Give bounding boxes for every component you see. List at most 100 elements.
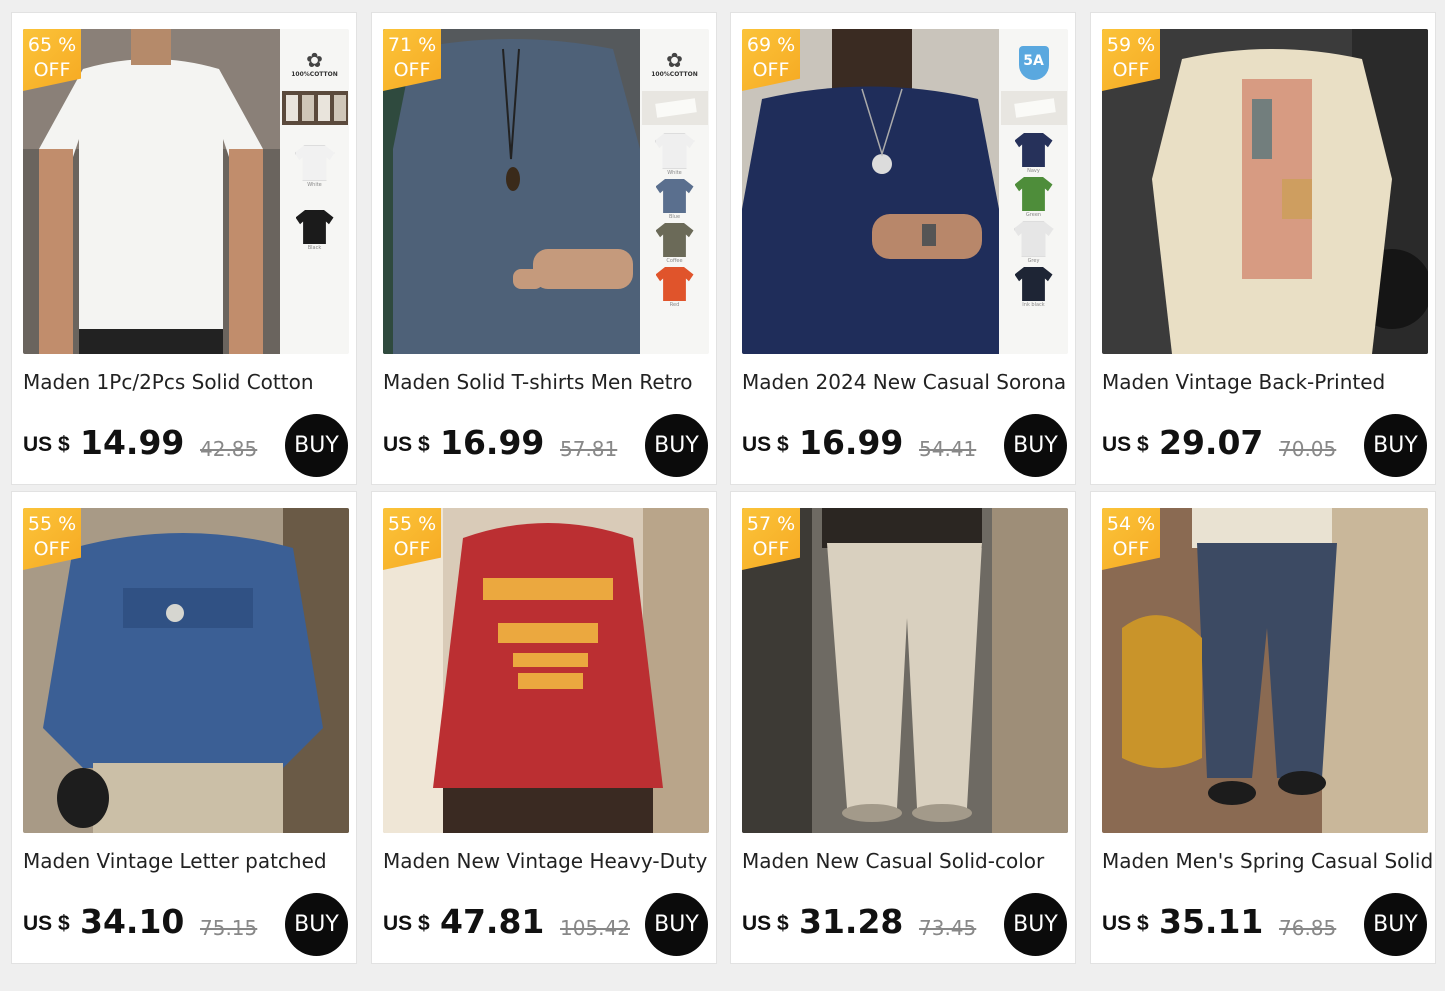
color-swatch[interactable]: Coffee bbox=[655, 223, 694, 264]
product-title[interactable]: Maden 2024 New Casual Sorona bbox=[742, 370, 1072, 394]
sweatshirt-icon bbox=[1014, 267, 1053, 301]
product-image[interactable]: 54 % OFF bbox=[1102, 508, 1428, 833]
swatch-label: Navy bbox=[1027, 168, 1040, 174]
color-swatch[interactable]: Green bbox=[1014, 177, 1053, 218]
sweatshirt-icon bbox=[1013, 221, 1054, 257]
currency-label: US $ bbox=[23, 433, 70, 456]
color-swatch[interactable]: Black bbox=[295, 210, 334, 251]
discount-off-label: OFF bbox=[393, 59, 431, 81]
swatch-label: Black bbox=[307, 245, 322, 251]
product-image[interactable]: 55 % OFF bbox=[23, 508, 349, 833]
currency-label: US $ bbox=[383, 433, 430, 456]
product-card[interactable]: 55 % OFF Maden Vintage Letter patched US… bbox=[11, 491, 357, 964]
buy-button[interactable]: BUY bbox=[645, 414, 708, 477]
discount-off-label: OFF bbox=[752, 59, 790, 81]
shield-icon: 5A bbox=[1018, 46, 1049, 80]
color-swatch[interactable]: Red bbox=[655, 267, 694, 308]
product-card[interactable]: 5A Navy Green Grey Ink black 69 % OFF Ma… bbox=[730, 12, 1076, 485]
product-image[interactable]: 59 % OFF bbox=[1102, 29, 1428, 354]
buy-button[interactable]: BUY bbox=[1364, 414, 1427, 477]
sale-price: 16.99 bbox=[440, 423, 545, 462]
product-image[interactable]: ✿ 100%COTTON White Blue Coffee Red 71 % … bbox=[383, 29, 709, 354]
discount-off-label: OFF bbox=[752, 538, 790, 560]
color-swatch[interactable]: Grey bbox=[1013, 221, 1054, 264]
fabric-detail-image bbox=[281, 91, 348, 125]
original-price: 42.85 bbox=[200, 437, 258, 461]
swatch-label: Ink black bbox=[1022, 302, 1045, 308]
tshirt-icon bbox=[294, 145, 335, 181]
discount-off-label: OFF bbox=[33, 538, 71, 560]
product-title[interactable]: Maden Men's Spring Casual Solid bbox=[1102, 849, 1432, 873]
sweatshirt-icon bbox=[655, 223, 694, 257]
discount-percent: 54 % bbox=[1106, 513, 1156, 535]
swatch-label: Grey bbox=[1027, 258, 1040, 264]
original-price: 75.15 bbox=[200, 916, 258, 940]
original-price: 76.85 bbox=[1279, 916, 1337, 940]
product-image[interactable]: 5A Navy Green Grey Ink black 69 % OFF bbox=[742, 29, 1068, 354]
buy-button[interactable]: BUY bbox=[1004, 414, 1067, 477]
discount-off-label: OFF bbox=[1112, 59, 1150, 81]
currency-label: US $ bbox=[1102, 912, 1149, 935]
swatch-label: White bbox=[667, 170, 682, 176]
product-title[interactable]: Maden Vintage Back-Printed bbox=[1102, 370, 1432, 394]
product-title[interactable]: Maden Vintage Letter patched bbox=[23, 849, 353, 873]
discount-percent: 55 % bbox=[387, 513, 437, 535]
color-swatch[interactable]: White bbox=[654, 133, 695, 176]
label-detail-image bbox=[1000, 91, 1067, 125]
product-card[interactable]: 57 % OFF Maden New Casual Solid-color US… bbox=[730, 491, 1076, 964]
discount-percent: 59 % bbox=[1106, 34, 1156, 56]
buy-button[interactable]: BUY bbox=[285, 414, 348, 477]
discount-off-label: OFF bbox=[33, 59, 71, 81]
buy-button[interactable]: BUY bbox=[1364, 893, 1427, 956]
product-image[interactable]: 57 % OFF bbox=[742, 508, 1068, 833]
original-price: 54.41 bbox=[919, 437, 977, 461]
currency-label: US $ bbox=[742, 912, 789, 935]
buy-button[interactable]: BUY bbox=[285, 893, 348, 956]
original-price: 105.42 bbox=[560, 916, 630, 940]
product-image[interactable]: ✿ 100%COTTON White Black 65 % OFF bbox=[23, 29, 349, 354]
product-grid: ✿ 100%COTTON White Black 65 % OFF Maden … bbox=[0, 0, 1445, 991]
discount-percent: 65 % bbox=[27, 34, 77, 56]
sale-price: 31.28 bbox=[799, 902, 904, 941]
cotton-icon: ✿ bbox=[306, 47, 323, 72]
swatch-label: Blue bbox=[668, 214, 681, 220]
product-title[interactable]: Maden New Casual Solid-color bbox=[742, 849, 1072, 873]
discount-percent: 69 % bbox=[746, 34, 796, 56]
currency-label: US $ bbox=[23, 912, 70, 935]
cotton-certificate: ✿ 100%COTTON bbox=[645, 37, 705, 89]
currency-label: US $ bbox=[742, 433, 789, 456]
sale-price: 34.10 bbox=[80, 902, 185, 941]
swatch-label: White bbox=[307, 182, 322, 188]
swatch-label: Green bbox=[1025, 212, 1042, 218]
sale-price: 29.07 bbox=[1159, 423, 1264, 462]
currency-label: US $ bbox=[1102, 433, 1149, 456]
product-image[interactable]: 55 % OFF bbox=[383, 508, 709, 833]
sale-price: 16.99 bbox=[799, 423, 904, 462]
buy-button[interactable]: BUY bbox=[645, 893, 708, 956]
antibacterial-certificate: 5A bbox=[1004, 37, 1064, 89]
product-card[interactable]: ✿ 100%COTTON White Black 65 % OFF Maden … bbox=[11, 12, 357, 485]
discount-off-label: OFF bbox=[1112, 538, 1150, 560]
sweatshirt-icon bbox=[655, 179, 694, 213]
color-swatch[interactable]: Ink black bbox=[1014, 267, 1053, 308]
color-swatch[interactable]: White bbox=[294, 145, 335, 188]
product-title[interactable]: Maden 1Pc/2Pcs Solid Cotton bbox=[23, 370, 353, 394]
label-detail-image bbox=[641, 91, 708, 125]
original-price: 73.45 bbox=[919, 916, 977, 940]
feature-panel: 5A Navy Green Grey Ink black bbox=[999, 29, 1068, 354]
product-title[interactable]: Maden Solid T-shirts Men Retro bbox=[383, 370, 713, 394]
product-card[interactable]: 59 % OFF Maden Vintage Back-Printed US $… bbox=[1090, 12, 1436, 485]
cotton-icon: ✿ bbox=[666, 47, 683, 72]
product-card[interactable]: 55 % OFF Maden New Vintage Heavy-Duty US… bbox=[371, 491, 717, 964]
product-card[interactable]: ✿ 100%COTTON White Blue Coffee Red 71 % … bbox=[371, 12, 717, 485]
discount-off-label: OFF bbox=[393, 538, 431, 560]
product-title[interactable]: Maden New Vintage Heavy-Duty bbox=[383, 849, 713, 873]
feature-panel: ✿ 100%COTTON White Blue Coffee Red bbox=[640, 29, 709, 354]
color-swatch[interactable]: Blue bbox=[655, 179, 694, 220]
buy-button[interactable]: BUY bbox=[1004, 893, 1067, 956]
cert-label: 100%COTTON bbox=[651, 70, 698, 78]
color-swatch[interactable]: Navy bbox=[1014, 133, 1053, 174]
product-card[interactable]: 54 % OFF Maden Men's Spring Casual Solid… bbox=[1090, 491, 1436, 964]
tshirt-icon bbox=[295, 210, 334, 244]
sale-price: 35.11 bbox=[1159, 902, 1264, 941]
